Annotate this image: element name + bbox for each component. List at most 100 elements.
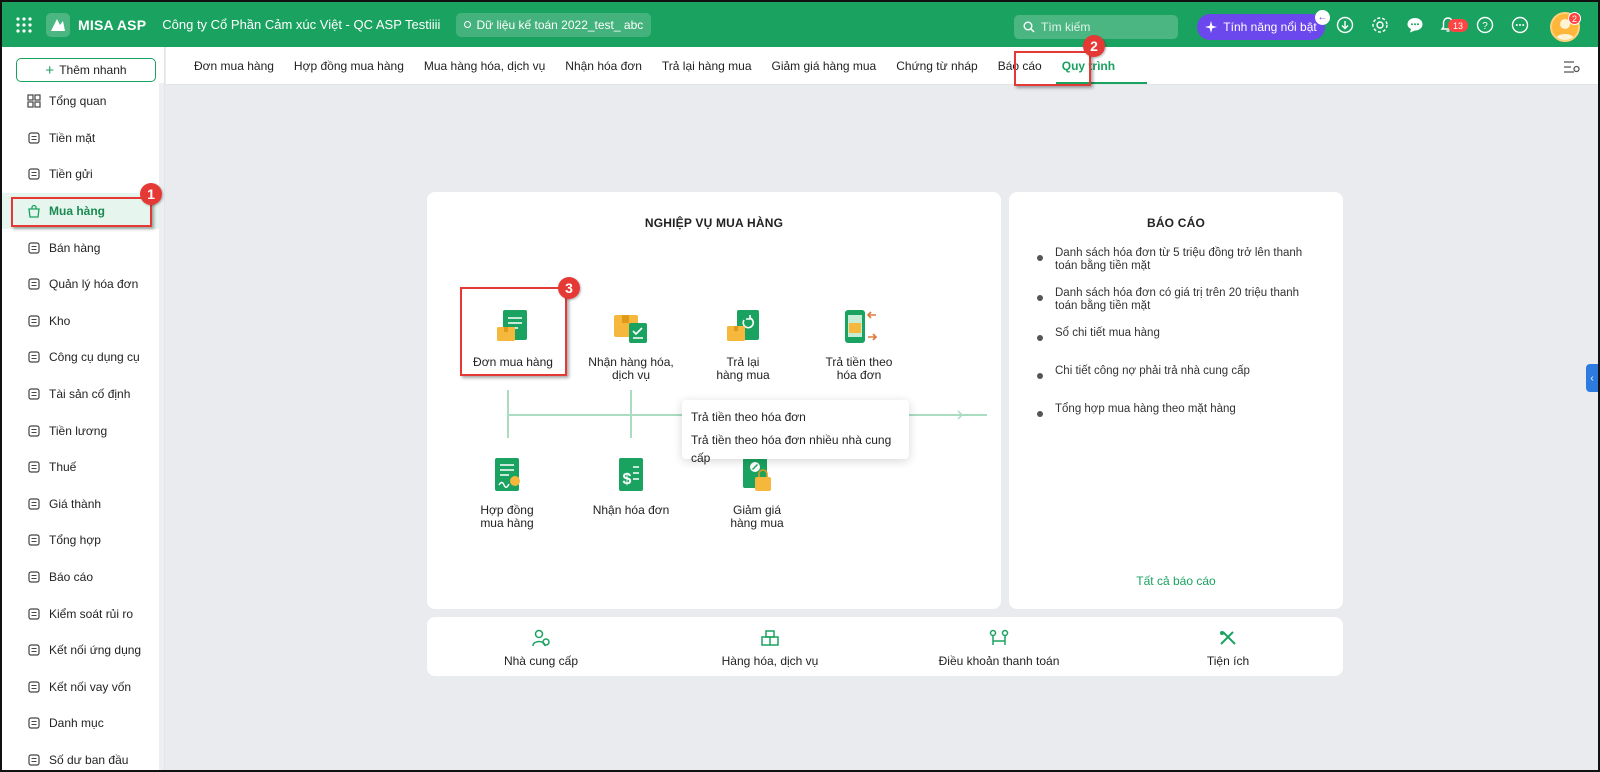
notification-count-badge: 13 bbox=[1448, 19, 1468, 32]
sidebar-item[interactable]: Quản lý hóa đơn bbox=[2, 266, 159, 303]
report-item[interactable]: Chi tiết công nợ phải trả nhà cung cấp bbox=[1037, 365, 1327, 391]
report-item[interactable]: Sổ chi tiết mua hàng bbox=[1037, 327, 1327, 353]
avatar-badge: 2 bbox=[1568, 12, 1581, 25]
sidebar-item[interactable]: Tiền lương bbox=[2, 412, 159, 449]
plus-icon: + bbox=[45, 61, 55, 79]
bullet-icon bbox=[1037, 255, 1043, 261]
report-item[interactable]: Tổng hợp mua hàng theo mặt hàng bbox=[1037, 403, 1327, 429]
op-purchase-contract[interactable]: Hợp đồng mua hàng bbox=[461, 455, 553, 530]
tab-item[interactable]: Đơn mua hàng bbox=[194, 59, 274, 73]
sidebar-item[interactable]: Báo cáo bbox=[2, 559, 159, 596]
right-panel-toggle-icon[interactable]: ‹ bbox=[1586, 364, 1598, 392]
sidebar-item-label: Kết nối vay vốn bbox=[49, 679, 132, 694]
sidebar-item-label: Tổng quan bbox=[49, 94, 107, 109]
util-goods-label: Hàng hóa, dịch vụ bbox=[721, 654, 819, 668]
back-arrow-icon[interactable]: ← bbox=[1315, 10, 1330, 25]
download-icon[interactable] bbox=[1336, 16, 1354, 34]
sidebar-item[interactable]: Kho bbox=[2, 303, 159, 340]
report-item[interactable]: Danh sách hóa đơn từ 5 triệu đồng trở lê… bbox=[1037, 247, 1327, 275]
bullet-icon bbox=[1037, 373, 1043, 379]
report-item-text: Danh sách hóa đơn có giá trị trên 20 tri… bbox=[1055, 287, 1299, 315]
sidebar-item[interactable]: Danh mục bbox=[2, 705, 159, 742]
util-payment-terms-label: Điều khoản thanh toán bbox=[938, 654, 1060, 668]
tab-item[interactable]: Trả lại hàng mua bbox=[662, 59, 752, 73]
sidebar-item[interactable]: Kết nối vay vốn bbox=[2, 669, 159, 706]
report-item-line: Chi tiết công nợ phải trả nhà cung cấp bbox=[1055, 365, 1250, 377]
utilities-panel: Nhà cung cấp Hàng hóa, dịch vụ Điều khoả… bbox=[427, 617, 1343, 676]
util-goods[interactable]: Hàng hóa, dịch vụ bbox=[670, 629, 870, 668]
sidebar-item-label: Tổng hợp bbox=[49, 533, 101, 548]
featured-features-button[interactable]: Tính năng nổi bật bbox=[1197, 14, 1325, 40]
util-utilities[interactable]: Tiện ích bbox=[1128, 629, 1328, 668]
report-list: Danh sách hóa đơn từ 5 triệu đồng trở lê… bbox=[1037, 247, 1327, 441]
op-pay-invoice-label-2: hóa đơn bbox=[836, 368, 882, 382]
quick-add-button[interactable]: + Thêm nhanh bbox=[16, 58, 156, 82]
sidebar-item[interactable]: Tổng hợp bbox=[2, 522, 159, 559]
all-reports-link[interactable]: Tất cả báo cáo bbox=[1009, 574, 1343, 588]
op-receive-goods[interactable]: Nhận hàng hóa, dịch vụ bbox=[585, 307, 677, 382]
report-item-line: Sổ chi tiết mua hàng bbox=[1055, 327, 1160, 339]
tab-item[interactable]: Mua hàng hóa, dịch vụ bbox=[424, 59, 545, 73]
sidebar-item-label: Bán hàng bbox=[49, 240, 101, 255]
sidebar-item[interactable]: Tổng quan bbox=[2, 83, 159, 120]
sidebar-item[interactable]: Công cụ dụng cụ bbox=[2, 339, 159, 376]
pay-invoice-dropdown: Trả tiền theo hóa đơn Trả tiền theo hóa … bbox=[682, 400, 909, 465]
svg-text:$: $ bbox=[623, 471, 632, 488]
annotation-marker-2: 2 bbox=[1083, 35, 1105, 57]
chat-icon[interactable] bbox=[1406, 16, 1424, 34]
tab-item[interactable]: Nhận hóa đơn bbox=[565, 59, 642, 73]
sidebar-item[interactable]: Tiền gửi bbox=[2, 156, 159, 193]
purchase-operations-panel: NGHIỆP VỤ MUA HÀNG Đơn mua hàng Nhận hàn… bbox=[427, 192, 1001, 609]
search-placeholder: Tìm kiếm bbox=[1041, 20, 1091, 34]
util-supplier[interactable]: Nhà cung cấp bbox=[441, 629, 641, 668]
report-item-text: Danh sách hóa đơn từ 5 triệu đồng trở lê… bbox=[1055, 247, 1302, 275]
sidebar-item[interactable]: Giá thành bbox=[2, 486, 159, 523]
tools-icon bbox=[28, 351, 40, 364]
database-selector[interactable]: Dữ liệu kế toán 2022_test_ abc bbox=[456, 12, 652, 37]
op-receive-invoice[interactable]: $ Nhận hóa đơn bbox=[585, 455, 677, 517]
tab-item[interactable]: Giảm giá hàng mua bbox=[772, 59, 877, 73]
report-icon bbox=[28, 571, 40, 583]
summary-icon bbox=[28, 534, 40, 547]
sidebar: + Thêm nhanh Tổng quan Tiền mặt Tiền gửi Mu… bbox=[2, 47, 165, 770]
op-return-goods[interactable]: Trả lại hàng mua bbox=[697, 307, 789, 382]
pay-by-invoice-option[interactable]: Trả tiền theo hóa đơn bbox=[691, 408, 900, 431]
sidebar-item[interactable]: Thuế bbox=[2, 449, 159, 486]
cost-icon bbox=[28, 498, 40, 510]
pay-by-invoice-multi-supplier-option[interactable]: Trả tiền theo hóa đơn nhiều nhà cung cấp bbox=[691, 431, 900, 465]
op-pay-invoice[interactable]: Trả tiền theo hóa đơn bbox=[813, 307, 905, 382]
sidebar-item-label: Quản lý hóa đơn bbox=[49, 277, 139, 292]
company-name[interactable]: Công ty Cổ Phần Cảm xúc Việt - QC ASP Te… bbox=[162, 17, 440, 32]
cash-icon bbox=[28, 132, 40, 144]
annotation-box-process-tab bbox=[1014, 51, 1091, 86]
sidebar-item-label: Danh mục bbox=[49, 716, 104, 731]
module-tabs: Đơn mua hàng Hợp đồng mua hàng Mua hàng hó… bbox=[166, 47, 1598, 85]
sidebar-item[interactable]: Tài sản cố định bbox=[2, 376, 159, 413]
sparkle-icon bbox=[1205, 21, 1218, 33]
annotation-box-purchase-order bbox=[460, 287, 567, 376]
sidebar-menu: Tổng quan Tiền mặt Tiền gửi Mua hàng Bán hàn… bbox=[2, 83, 159, 770]
contract-icon bbox=[495, 458, 520, 491]
sidebar-item[interactable]: Bán hàng bbox=[2, 229, 159, 266]
report-item[interactable]: Danh sách hóa đơn có giá trị trên 20 tri… bbox=[1037, 287, 1327, 315]
settings-gear-icon[interactable] bbox=[1371, 16, 1389, 34]
app-grid-icon[interactable] bbox=[2, 2, 46, 47]
report-item-line: toán bằng tiền mặt bbox=[1055, 260, 1151, 272]
more-options-icon[interactable] bbox=[1511, 16, 1529, 34]
tab-settings-icon[interactable] bbox=[1564, 60, 1580, 74]
reports-panel-title: BÁO CÁO bbox=[1146, 216, 1206, 230]
tab-item[interactable]: Chứng từ nháp bbox=[896, 59, 977, 73]
report-item-text: Sổ chi tiết mua hàng bbox=[1055, 327, 1160, 353]
goods-icon bbox=[761, 630, 779, 646]
sidebar-item[interactable]: Tiền mặt bbox=[2, 120, 159, 157]
database-name: Dữ liệu kế toán 2022_test_ abc bbox=[476, 17, 644, 32]
sidebar-item[interactable]: Kiểm soát rủi ro bbox=[2, 595, 159, 632]
payment-terms-icon bbox=[989, 629, 1009, 645]
sidebar-item[interactable]: Số dư ban đầu bbox=[2, 742, 159, 770]
sidebar-item[interactable]: Kết nối ứng dụng bbox=[2, 632, 159, 669]
tab-item[interactable]: Hợp đồng mua hàng bbox=[294, 59, 404, 73]
tax-icon bbox=[28, 461, 40, 473]
util-payment-terms[interactable]: Điều khoản thanh toán bbox=[899, 629, 1099, 668]
op-purchase-discount[interactable]: Giảm giá hàng mua bbox=[711, 455, 803, 530]
help-icon[interactable]: ? bbox=[1476, 16, 1494, 34]
